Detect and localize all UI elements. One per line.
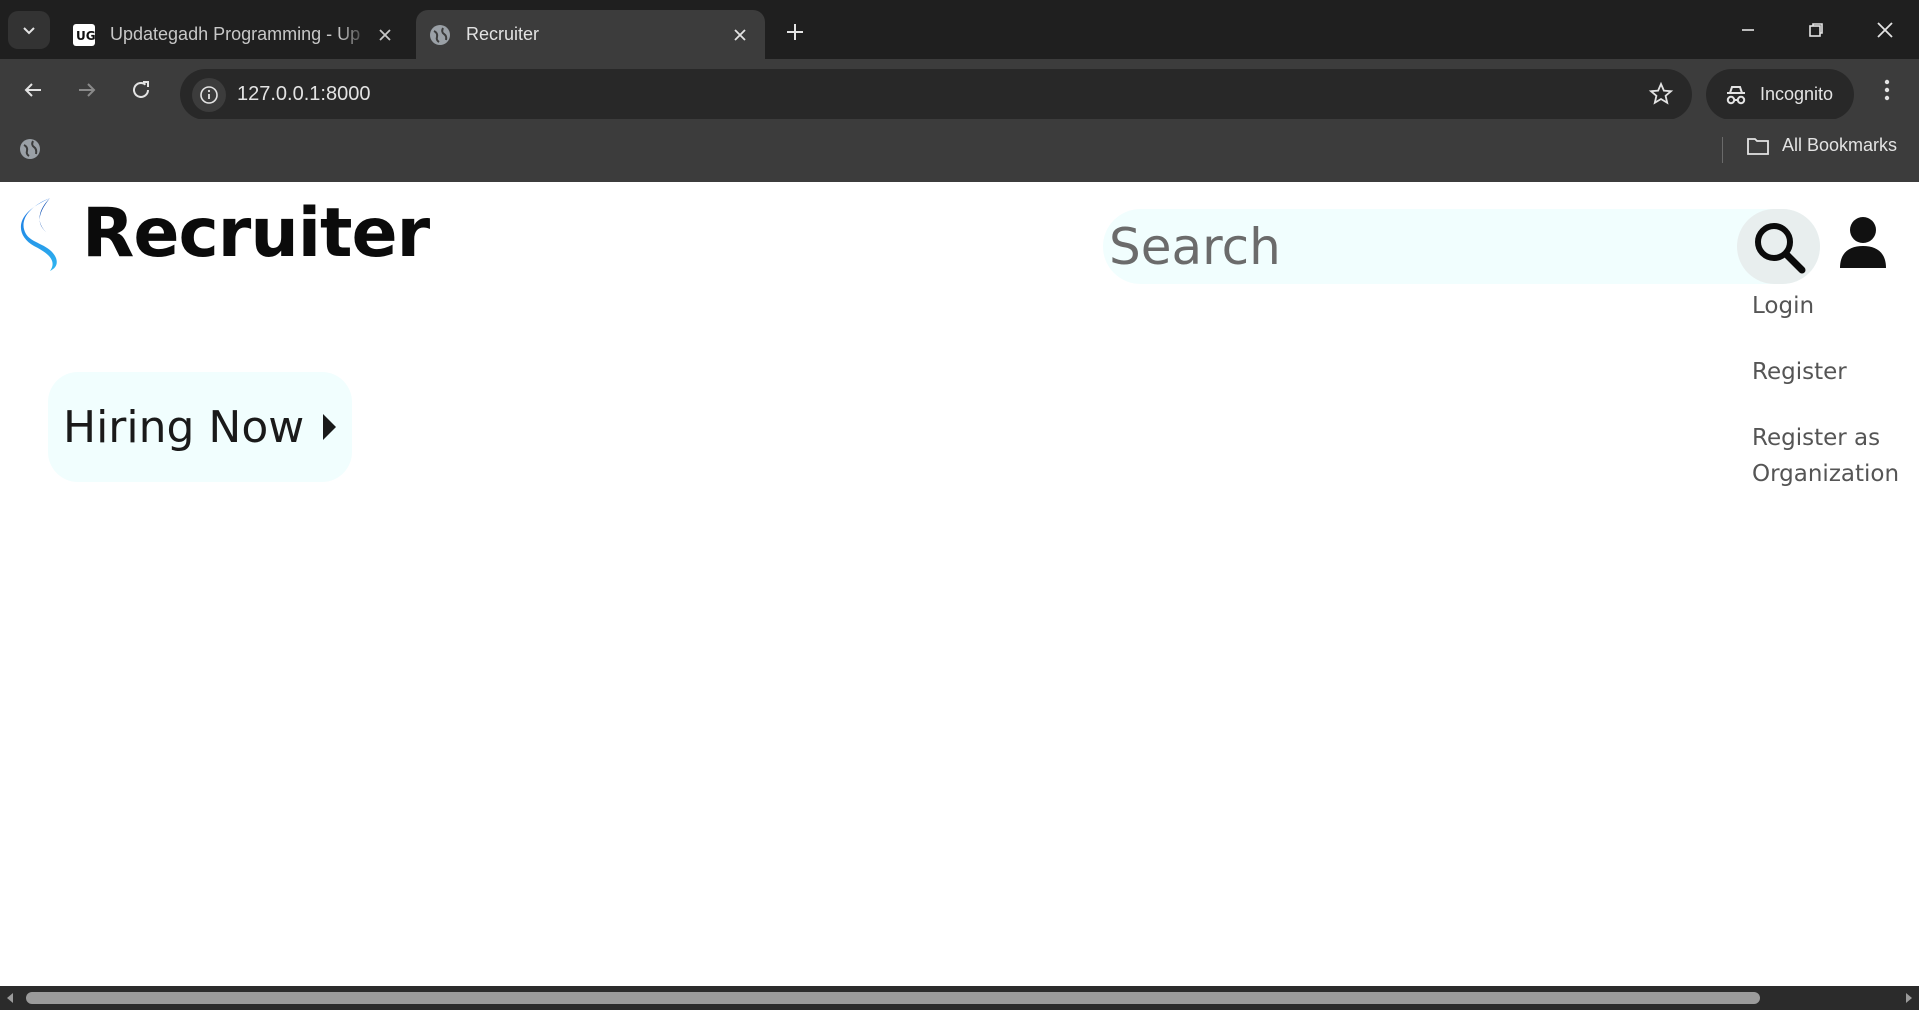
browser-menu-button[interactable]	[1870, 73, 1904, 107]
url-text[interactable]: 127.0.0.1:8000	[237, 83, 370, 106]
restore-icon	[1809, 23, 1823, 37]
more-vertical-icon	[1884, 79, 1890, 101]
tab-search-button[interactable]	[8, 11, 50, 49]
tab-recruiter[interactable]: Recruiter	[416, 10, 765, 59]
caret-right-icon	[320, 412, 338, 442]
site-info-icon[interactable]	[192, 78, 226, 112]
bookmark-star-icon[interactable]	[1648, 81, 1674, 111]
register-link[interactable]: Register	[1752, 354, 1917, 390]
scroll-right-icon[interactable]	[1903, 992, 1915, 1004]
tab-title: Recruiter	[466, 24, 540, 44]
recruiter-logo-icon	[20, 198, 57, 271]
hiring-now-button[interactable]: Hiring Now	[48, 372, 352, 482]
reload-icon	[133, 81, 149, 98]
plus-icon	[787, 24, 803, 40]
divider	[1722, 137, 1723, 163]
ug-logo-icon: UG	[72, 23, 96, 47]
incognito-icon	[1724, 84, 1748, 106]
scrollbar-thumb[interactable]	[26, 992, 1760, 1004]
globe-icon[interactable]	[18, 137, 42, 165]
close-window-button[interactable]	[1860, 10, 1910, 50]
back-button[interactable]	[16, 73, 50, 107]
browser-window: UG Updategadh Programming - Up Recruiter	[0, 0, 1919, 1010]
globe-icon	[428, 23, 452, 47]
close-icon[interactable]	[370, 20, 400, 50]
all-bookmarks-button[interactable]: All Bookmarks	[1746, 135, 1897, 156]
svg-text:UG: UG	[76, 29, 95, 43]
forward-button[interactable]	[70, 73, 104, 107]
user-dropdown-menu: Login Register Register as Organization	[1752, 286, 1917, 492]
search-input[interactable]	[1109, 209, 1729, 284]
address-bar[interactable]: 127.0.0.1:8000	[180, 69, 1692, 120]
brand-name: Recruiter	[82, 194, 430, 273]
horizontal-scrollbar[interactable]	[0, 986, 1919, 1010]
bookmarks-bar: All Bookmarks	[0, 119, 1919, 182]
all-bookmarks-label: All Bookmarks	[1782, 135, 1898, 155]
scroll-left-icon[interactable]	[4, 992, 16, 1004]
search-icon	[1754, 222, 1805, 273]
tab-strip: UG Updategadh Programming - Up Recruiter	[0, 0, 1919, 59]
login-link[interactable]: Login	[1752, 288, 1917, 324]
new-tab-button[interactable]	[778, 15, 812, 49]
site-logo[interactable]: Recruiter	[16, 194, 430, 273]
toolbar: 127.0.0.1:8000 Incognito	[0, 59, 1919, 120]
folder-icon	[1747, 137, 1769, 155]
search-bar	[1103, 209, 1820, 284]
user-icon[interactable]	[1838, 216, 1888, 274]
arrow-left-icon	[24, 83, 41, 97]
arrow-right-icon	[79, 83, 96, 97]
register-organization-link[interactable]: Register as Organization	[1752, 420, 1917, 492]
close-icon[interactable]	[725, 20, 755, 50]
incognito-label: Incognito	[1760, 84, 1834, 104]
search-button[interactable]	[1737, 209, 1820, 284]
reload-button[interactable]	[124, 73, 158, 107]
tab-title: Updategadh Programming - Up	[110, 24, 361, 44]
restore-button[interactable]	[1791, 10, 1841, 50]
chevron-down-icon	[23, 27, 35, 35]
page-content: Recruiter Login Register Register as Org…	[0, 182, 1919, 986]
close-icon	[1877, 22, 1893, 38]
minimize-button[interactable]	[1723, 10, 1773, 50]
minimize-icon	[1742, 29, 1754, 31]
hiring-now-label: Hiring Now	[63, 401, 305, 453]
incognito-indicator[interactable]: Incognito	[1706, 69, 1854, 120]
tab-updategadh[interactable]: UG Updategadh Programming - Up	[60, 10, 410, 59]
